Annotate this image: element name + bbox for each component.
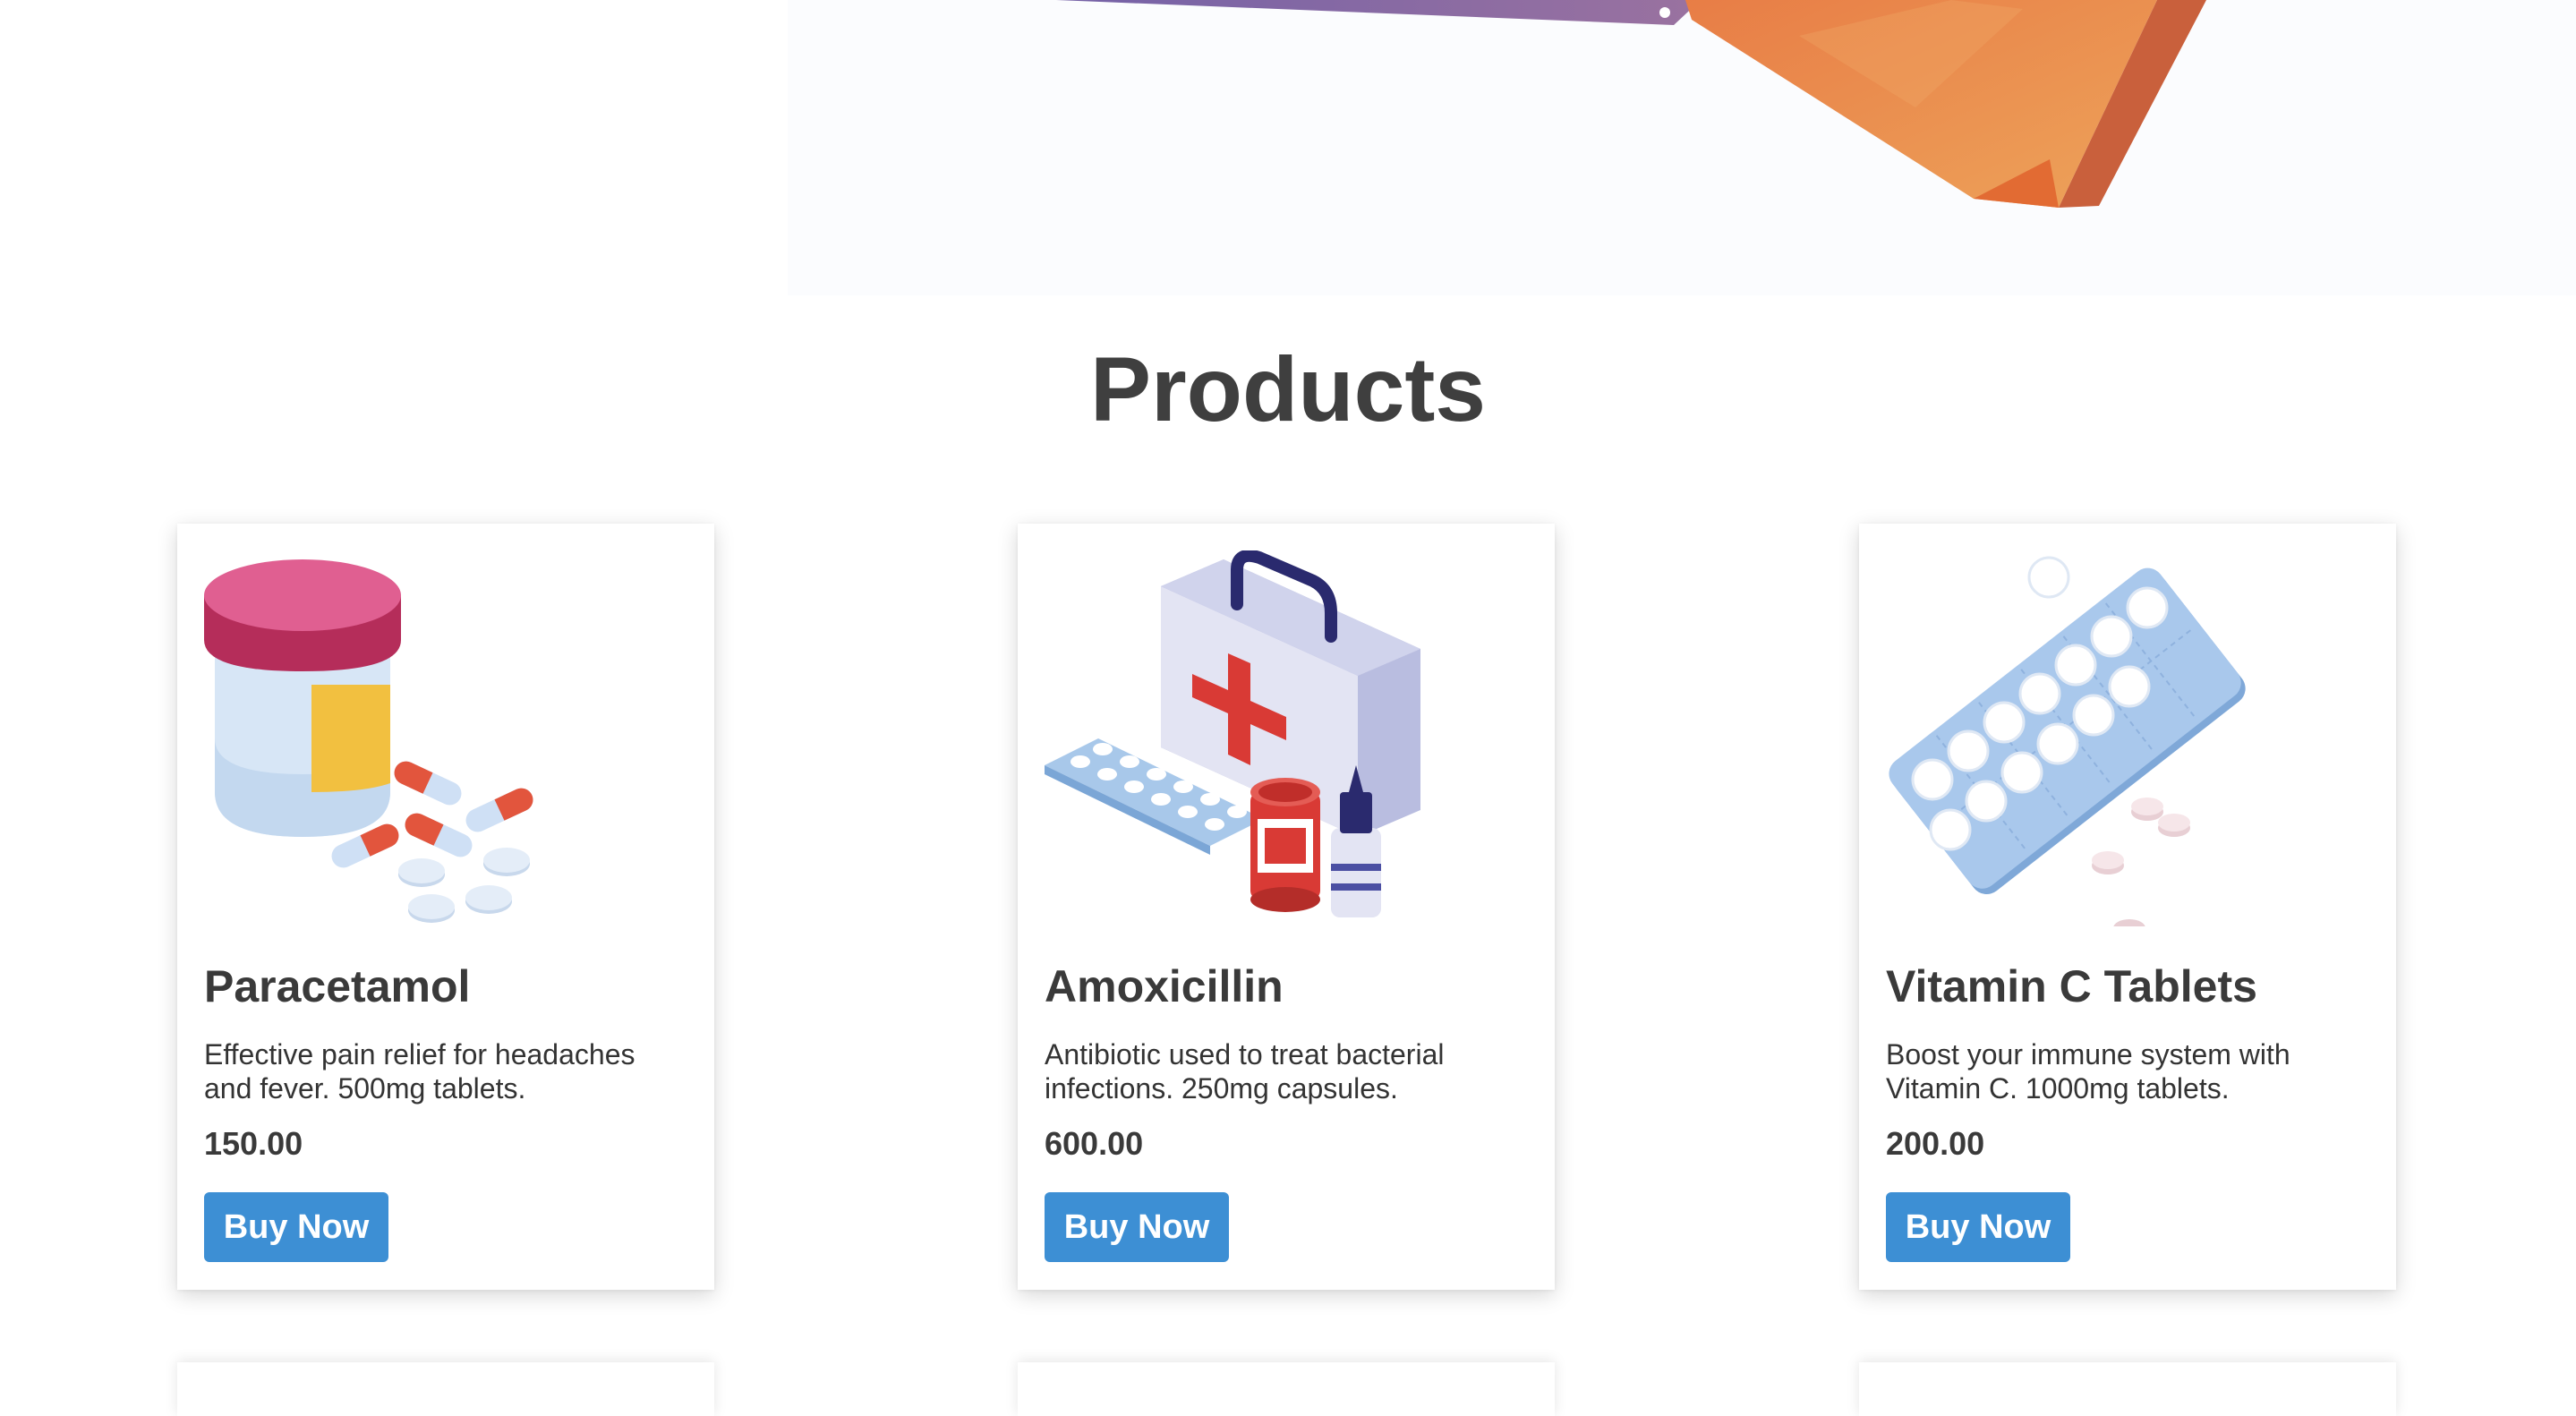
product-card-partial	[1018, 1362, 1555, 1416]
product-card-partial	[1859, 1362, 2396, 1416]
product-description: Boost your immune system with Vitamin C.…	[1886, 1038, 2290, 1105]
product-name: Vitamin C Tablets	[1886, 961, 2257, 1011]
blister-pack-icon	[1889, 556, 2246, 926]
buy-now-button[interactable]: Buy Now	[204, 1192, 388, 1262]
product-card-partial	[177, 1362, 714, 1416]
product-card: Paracetamol Effective pain relief for he…	[177, 524, 714, 1290]
product-grid: Paracetamol Effective pain relief for he…	[0, 0, 2576, 1416]
product-card: Amoxicillin Antibiotic used to treat bac…	[1018, 524, 1555, 1290]
pill-jar-icon	[204, 559, 533, 923]
product-price: 200.00	[1886, 1125, 1985, 1162]
product-card: Vitamin C Tablets Boost your immune syst…	[1859, 524, 2396, 1290]
product-name: Paracetamol	[204, 961, 471, 1011]
buy-now-button[interactable]: Buy Now	[1045, 1192, 1229, 1262]
product-price: 150.00	[204, 1125, 303, 1162]
product-price: 600.00	[1045, 1125, 1144, 1162]
product-description: Antibiotic used to treat bacterial infec…	[1045, 1038, 1445, 1105]
product-name: Amoxicillin	[1045, 961, 1284, 1011]
first-aid-kit-icon	[1045, 550, 1420, 917]
buy-now-button[interactable]: Buy Now	[1886, 1192, 2070, 1262]
product-description: Effective pain relief for headaches and …	[204, 1038, 635, 1105]
